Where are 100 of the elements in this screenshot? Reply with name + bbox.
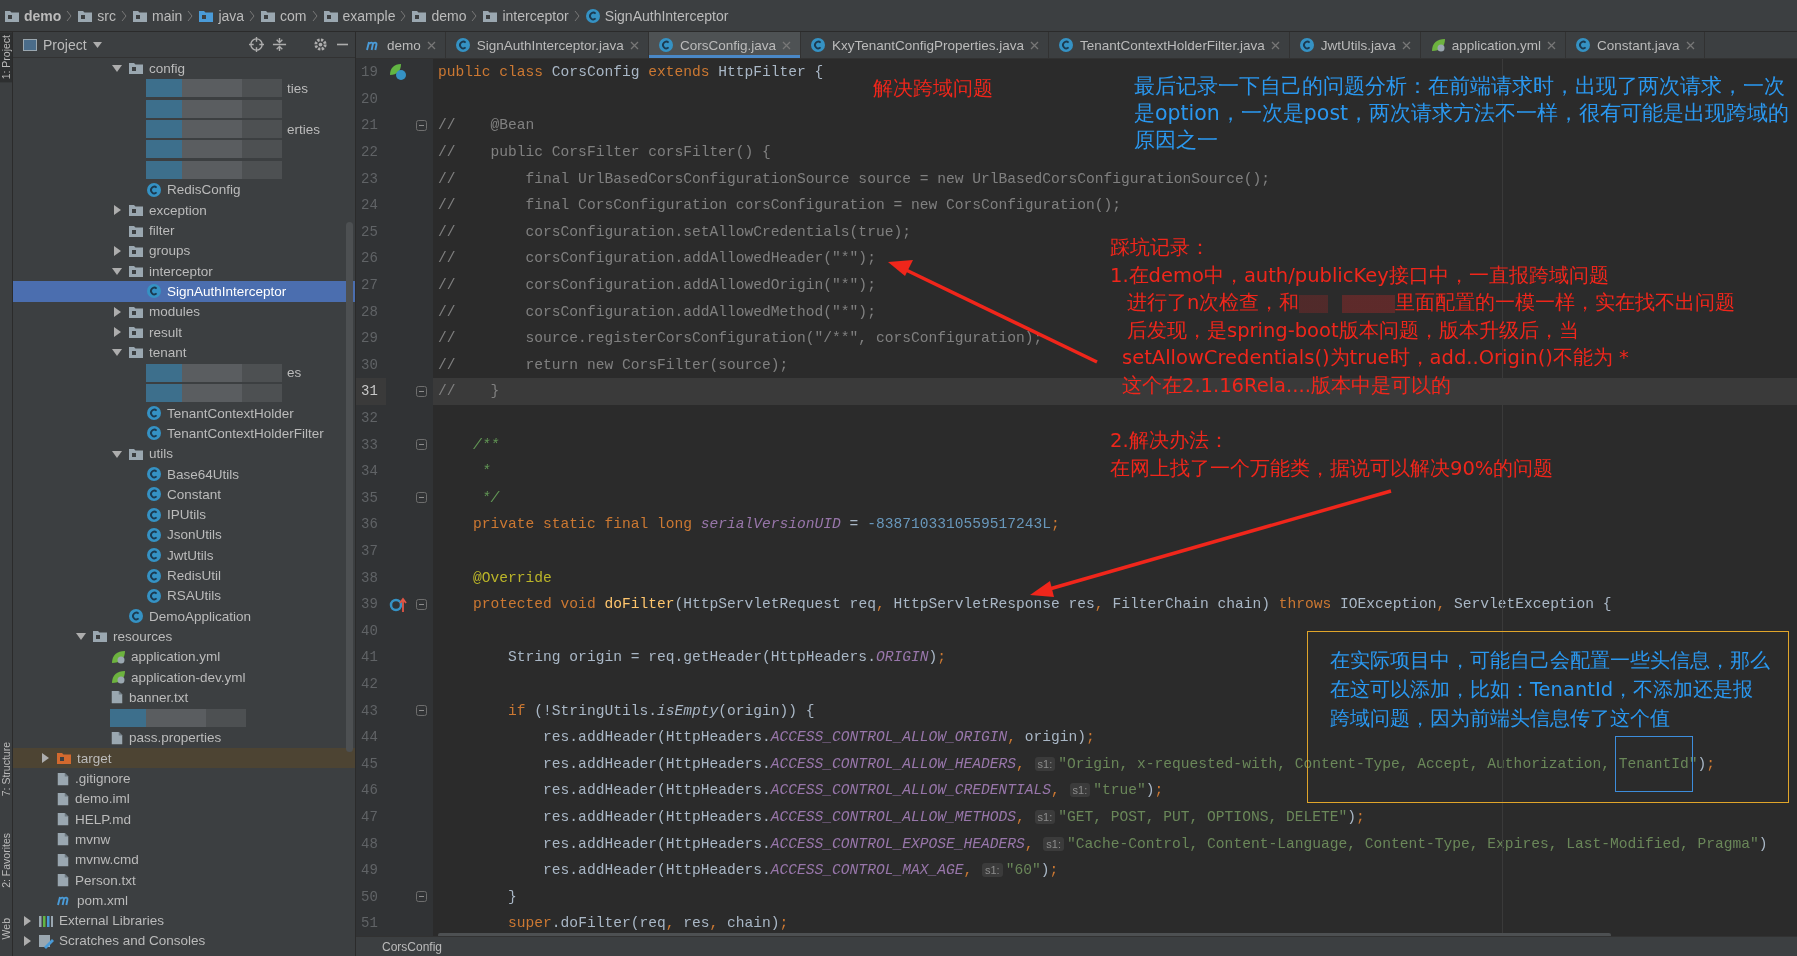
- close-icon[interactable]: [1401, 40, 1411, 50]
- tree-item[interactable]: pom.xml: [13, 890, 355, 911]
- class-icon: [146, 283, 162, 300]
- tree-item[interactable]: es: [13, 362, 355, 383]
- tree-item[interactable]: filter: [13, 220, 355, 241]
- tree-item[interactable]: .gitignore: [13, 768, 355, 789]
- tree-item[interactable]: mvnw: [13, 829, 355, 850]
- tree-item[interactable]: JwtUtils: [13, 545, 355, 566]
- close-icon[interactable]: [1546, 40, 1556, 50]
- folder-icon: [128, 446, 144, 461]
- tool-window-button[interactable]: 1: Project: [0, 32, 12, 83]
- folder-icon: [128, 61, 144, 76]
- collapse-icon[interactable]: [272, 37, 287, 52]
- tree-item[interactable]: utils: [13, 443, 355, 464]
- breadcrumb-item[interactable]: main: [132, 7, 183, 24]
- tree-item[interactable]: SignAuthInterceptor: [13, 281, 355, 302]
- tree-item[interactable]: Person.txt: [13, 869, 355, 891]
- expand-arrow-icon[interactable]: [21, 934, 33, 947]
- tree-item[interactable]: Constant: [13, 484, 355, 505]
- expand-arrow-icon[interactable]: [111, 326, 123, 338]
- fold-marker-icon[interactable]: [416, 385, 427, 397]
- tree-item[interactable]: TenantContextHolderFilter: [13, 423, 355, 444]
- editor-tab[interactable]: SignAuthInterceptor.java: [445, 32, 649, 58]
- tree-item[interactable]: tenant: [13, 342, 355, 363]
- tree-item[interactable]: resources: [13, 626, 355, 647]
- tree-item[interactable]: application-dev.yml: [13, 666, 355, 688]
- file-icon: [110, 689, 124, 706]
- fold-marker-icon[interactable]: [416, 891, 427, 903]
- expand-arrow-icon[interactable]: [39, 752, 51, 765]
- tree-item[interactable]: demo.iml: [13, 788, 355, 809]
- close-icon[interactable]: [1685, 40, 1695, 50]
- tree-item[interactable]: config: [13, 58, 355, 79]
- tree-item[interactable]: HELP.md: [13, 809, 355, 830]
- breadcrumb-item[interactable]: SignAuthInterceptor: [584, 7, 729, 24]
- close-icon[interactable]: [1030, 40, 1040, 50]
- editor-tab[interactable]: JwtUtils.java: [1289, 32, 1421, 58]
- breadcrumb-item[interactable]: com: [260, 7, 307, 24]
- tree-item[interactable]: pass.properties: [13, 727, 355, 749]
- tool-window-button[interactable]: Web: [0, 914, 12, 942]
- breadcrumb-item[interactable]: CorsConfig: [382, 939, 443, 954]
- tree-item[interactable]: TenantContextHolder: [13, 403, 355, 424]
- editor-tab[interactable]: TenantContextHolderFilter.java: [1049, 32, 1290, 58]
- close-icon[interactable]: [426, 40, 436, 50]
- caret-icon: [92, 41, 102, 48]
- tree-item[interactable]: banner.txt: [13, 687, 355, 708]
- code-line: @Override: [472, 568, 552, 588]
- locate-icon[interactable]: [249, 37, 264, 52]
- tree-item[interactable]: RedisUtil: [13, 565, 355, 586]
- tree-item[interactable]: ties: [13, 78, 355, 99]
- chevron-icon: [400, 9, 407, 22]
- editor-tab[interactable]: application.yml: [1420, 32, 1566, 58]
- breadcrumb-item[interactable]: java: [198, 7, 245, 24]
- scrollbar[interactable]: [346, 222, 353, 752]
- fold-marker-icon[interactable]: [416, 492, 427, 504]
- class-icon: [454, 37, 471, 53]
- tree-item[interactable]: target: [13, 748, 355, 769]
- tree-item[interactable]: result: [13, 321, 355, 343]
- tree-item[interactable]: External Libraries: [13, 910, 355, 931]
- tree-item[interactable]: groups: [13, 240, 355, 261]
- editor-tab[interactable]: demo: [356, 32, 446, 58]
- tree-item[interactable]: RSAUtils: [13, 585, 355, 606]
- tool-window-button[interactable]: 2: Favorites: [0, 829, 12, 891]
- tree-item[interactable]: exception: [13, 200, 355, 221]
- breadcrumb-item[interactable]: interceptor: [482, 7, 569, 24]
- expand-arrow-icon[interactable]: [21, 914, 33, 927]
- tool-window-button[interactable]: 7: Structure: [0, 739, 12, 800]
- tree-item[interactable]: modules: [13, 301, 355, 322]
- fold-marker-icon[interactable]: [416, 705, 427, 717]
- expand-arrow-icon[interactable]: [111, 244, 123, 257]
- code-line: */: [480, 488, 500, 508]
- tree-item[interactable]: interceptor: [13, 260, 355, 282]
- tree-item[interactable]: application.yml: [13, 646, 355, 667]
- fold-marker-icon[interactable]: [416, 439, 427, 451]
- fold-marker-icon[interactable]: [416, 120, 427, 131]
- tree-item[interactable]: RedisConfig: [13, 179, 355, 201]
- expand-arrow-icon[interactable]: [111, 204, 123, 217]
- breadcrumb-item[interactable]: demo: [4, 7, 62, 24]
- view-selector[interactable]: Project: [23, 36, 102, 53]
- tree-item[interactable]: Base64Utils: [13, 463, 355, 485]
- class-icon: [1058, 37, 1075, 53]
- tree-item[interactable]: mvnw.cmd: [13, 849, 355, 870]
- settings-icon[interactable]: [313, 37, 328, 52]
- close-icon[interactable]: [1270, 40, 1280, 50]
- override-icon[interactable]: [389, 595, 407, 614]
- close-icon[interactable]: [629, 40, 639, 50]
- tree-item[interactable]: Scratches and Consoles: [13, 930, 355, 952]
- tree-item[interactable]: DemoApplication: [13, 606, 355, 627]
- chevron-icon: [66, 9, 73, 22]
- breadcrumb-item[interactable]: demo: [411, 7, 467, 24]
- editor-tab[interactable]: CorsConfig.java: [648, 32, 801, 58]
- breadcrumb-item[interactable]: example: [322, 7, 396, 24]
- fold-marker-icon[interactable]: [416, 598, 427, 610]
- editor-tab[interactable]: KxyTenantConfigProperties.java: [800, 32, 1050, 58]
- tree-item[interactable]: IPUtils: [13, 504, 355, 525]
- tree-item[interactable]: JsonUtils: [13, 524, 355, 546]
- editor-tab[interactable]: Constant.java: [1565, 32, 1705, 58]
- spring-class-icon[interactable]: [389, 63, 407, 82]
- tree-item[interactable]: erties: [13, 118, 355, 140]
- breadcrumb-item[interactable]: src: [77, 7, 116, 24]
- expand-arrow-icon[interactable]: [111, 305, 123, 318]
